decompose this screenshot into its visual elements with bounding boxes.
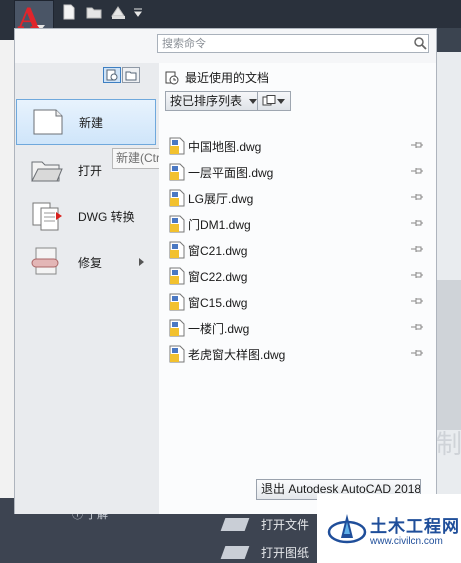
watermark-title: 土木工程网 [370, 517, 460, 536]
recent-file-row[interactable]: 窗C15.dwg [159, 289, 436, 315]
recent-documents-panel: 最近使用的文档 按已排序列表 中国地图.dwg 一层平面图.dwg LG展厅.d… [159, 63, 436, 514]
dwg-file-icon [169, 137, 185, 155]
dwg-file-icon [169, 293, 185, 311]
recent-docs-icon [106, 69, 118, 81]
watermark-logo-icon [327, 514, 367, 544]
background-partial-text: 制 [436, 429, 461, 459]
dwg-file-icon [169, 319, 185, 337]
background-right-strip [437, 280, 461, 430]
pin-icon [411, 168, 423, 174]
watermark-url: www.civilcn.com [370, 536, 443, 547]
dwg-convert-icon [28, 199, 66, 233]
sort-order-label: 按已排序列表 [170, 94, 243, 108]
recent-file-name: 窗C15.dwg [188, 295, 248, 310]
repair-icon [28, 245, 66, 279]
qat-new-button[interactable] [62, 4, 76, 20]
sort-order-dropdown[interactable]: 按已排序列表 [165, 91, 264, 111]
recent-file-name: 中国地图.dwg [188, 139, 262, 154]
menu-item-repair-label: 修复 [78, 255, 103, 270]
search-box[interactable] [157, 34, 429, 53]
recent-documents-title: 最近使用的文档 [185, 71, 270, 85]
open-file-icon [220, 518, 250, 531]
dwg-file-icon [169, 189, 185, 207]
dwg-file-icon [169, 267, 185, 285]
pin-icon [411, 194, 423, 200]
dwg-file-icon [169, 163, 185, 181]
new-document-icon [29, 105, 67, 139]
menu-item-dwg-convert[interactable]: DWG 转换 [16, 193, 156, 239]
pin-icon [411, 220, 423, 226]
open-folder-icon [86, 7, 102, 19]
recent-file-row[interactable]: 中国地图.dwg [159, 133, 436, 159]
dwg-file-icon [169, 215, 185, 233]
recent-documents-header: 最近使用的文档 [165, 69, 269, 86]
recent-file-row[interactable]: 窗C21.dwg [159, 237, 436, 263]
recent-file-row[interactable]: 窗C22.dwg [159, 263, 436, 289]
recent-file-list: 中国地图.dwg 一层平面图.dwg LG展厅.dwg 门DM1.dwg 窗C2 [159, 133, 436, 367]
submenu-arrow-icon [139, 258, 144, 266]
recent-file-name: LG展厅.dwg [188, 191, 254, 206]
dwg-file-icon [169, 241, 185, 259]
pin-icon [411, 298, 423, 304]
pin-icon [411, 246, 423, 252]
recent-file-row[interactable]: 门DM1.dwg [159, 211, 436, 237]
view-toggle [103, 67, 140, 83]
open-sheet-icon [220, 546, 250, 559]
chevron-down-icon [277, 99, 285, 104]
background-right-header [437, 28, 461, 52]
save-icon [111, 6, 125, 19]
recent-file-name: 窗C22.dwg [188, 269, 248, 284]
pin-icon [411, 350, 423, 356]
pin-icon [411, 324, 423, 330]
open-docs-icon [125, 71, 137, 81]
background-open-file-label: 打开文件 [261, 518, 310, 532]
recent-documents-icon [165, 71, 179, 84]
recent-file-row[interactable]: LG展厅.dwg [159, 185, 436, 211]
new-file-icon [63, 4, 75, 20]
background-open-sheet-label: 打开图纸 [261, 546, 310, 560]
qat-customize-button[interactable] [132, 4, 144, 20]
recent-file-name: 窗C21.dwg [188, 243, 248, 258]
background-open-sheet-row[interactable]: 打开图纸 [220, 544, 310, 561]
dwg-file-icon [169, 345, 185, 363]
application-menu: 新建 打开 DWG 转换 修复 新建(Ctrl+N) 最近使用的文档 [14, 28, 437, 514]
recent-file-name: 老虎窗大样图.dwg [188, 347, 286, 362]
open-folder-icon [28, 153, 66, 187]
display-mode-dropdown[interactable] [257, 91, 291, 111]
chevron-down-icon [249, 99, 258, 104]
background-open-file-row[interactable]: 打开文件 [220, 516, 310, 533]
watermark: 土木工程网 www.civilcn.com [317, 494, 461, 563]
icon-view-icon [262, 95, 276, 110]
recent-file-name: 门DM1.dwg [188, 217, 251, 232]
recent-file-row[interactable]: 老虎窗大样图.dwg [159, 341, 436, 367]
open-documents-toggle[interactable] [122, 67, 140, 83]
menu-item-open-label: 打开 [78, 163, 103, 178]
menu-item-new-label: 新建 [79, 115, 104, 130]
qat-open-button[interactable] [86, 4, 104, 20]
recent-documents-toggle[interactable] [103, 67, 121, 83]
menu-item-repair[interactable]: 修复 [16, 239, 156, 285]
search-icon[interactable] [412, 35, 428, 52]
search-input[interactable] [162, 36, 402, 51]
recent-file-name: 一楼门.dwg [188, 321, 250, 336]
menu-item-new[interactable]: 新建 [16, 99, 156, 145]
recent-file-name: 一层平面图.dwg [188, 165, 274, 180]
menu-item-dwg-convert-label: DWG 转换 [78, 209, 135, 224]
menu-command-list: 新建 打开 DWG 转换 修复 [15, 63, 159, 514]
pin-icon [411, 272, 423, 278]
background-left-strip [0, 40, 14, 500]
recent-file-row[interactable]: 一楼门.dwg [159, 315, 436, 341]
pin-icon [411, 142, 423, 148]
chevron-down-icon [134, 8, 142, 17]
recent-file-row[interactable]: 一层平面图.dwg [159, 159, 436, 185]
qat-save-button[interactable] [110, 4, 128, 20]
